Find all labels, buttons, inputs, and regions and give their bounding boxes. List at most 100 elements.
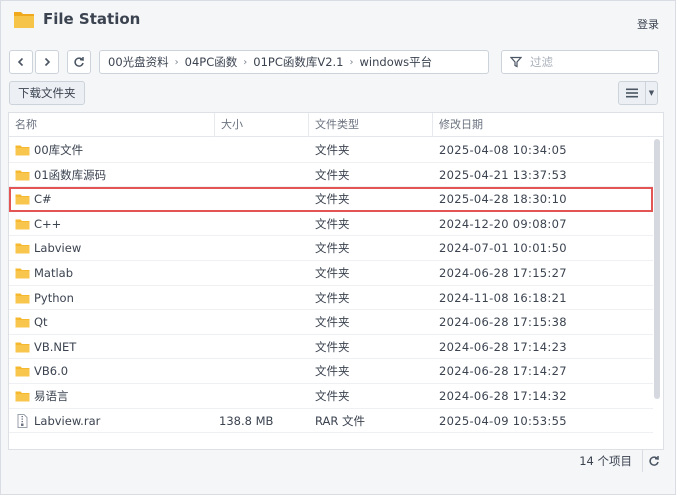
table-row[interactable]: C++ 文件夹 2024-12-20 09:08:07 — [9, 212, 653, 237]
status-bar: 14 个项目 — [8, 450, 664, 472]
file-name: C++ — [34, 216, 62, 231]
refresh-button[interactable] — [67, 50, 91, 74]
modified-date: 2024-06-28 17:14:23 — [439, 339, 567, 354]
file-type: 文件夹 — [315, 364, 350, 379]
chevron-right-icon: › — [349, 56, 354, 68]
table-row[interactable]: 01函数库源码 文件夹 2025-04-21 13:37:53 — [9, 163, 653, 188]
table-row[interactable]: VB.NET 文件夹 2024-06-28 17:14:23 — [9, 335, 653, 360]
folder-icon — [15, 145, 30, 156]
folder-icon — [15, 391, 30, 402]
chevron-right-icon: › — [174, 56, 179, 68]
back-button[interactable] — [9, 50, 33, 74]
filter-input[interactable] — [530, 55, 640, 69]
file-name-cell: 00库文件 — [15, 138, 83, 162]
file-type: 文件夹 — [315, 265, 350, 280]
file-name: 01函数库源码 — [34, 167, 107, 182]
filter-icon — [510, 56, 522, 68]
table-row[interactable]: Labview 文件夹 2024-07-01 10:01:50 — [9, 236, 653, 261]
folder-icon — [15, 293, 30, 304]
table-row[interactable]: 易语言 文件夹 2024-06-28 17:14:32 — [9, 384, 653, 409]
file-type: 文件夹 — [315, 143, 350, 157]
view-mode-button[interactable]: ▼ — [618, 81, 658, 105]
modified-date: 2024-06-28 17:15:27 — [439, 265, 567, 280]
file-station-app-icon — [14, 12, 34, 28]
vertical-scrollbar[interactable] — [654, 139, 660, 399]
breadcrumb-item[interactable]: 01PC函数库V2.1 — [253, 54, 343, 70]
folder-icon — [15, 170, 30, 181]
modified-date: 2024-06-28 17:14:27 — [439, 364, 567, 379]
breadcrumb-item[interactable]: 00光盘资料 — [108, 54, 169, 70]
file-name: 00库文件 — [34, 143, 84, 157]
column-header-size[interactable]: 大小 — [215, 113, 309, 137]
chevron-right-icon — [44, 57, 51, 67]
file-name-cell: Labview.rar — [15, 409, 100, 433]
file-type: RAR 文件 — [315, 413, 366, 428]
modified-date: 2025-04-28 18:30:10 — [439, 192, 567, 207]
modified-date: 2024-11-08 16:18:21 — [439, 290, 567, 305]
table-row[interactable]: Matlab 文件夹 2024-06-28 17:15:27 — [9, 261, 653, 286]
file-type: 文件夹 — [315, 192, 350, 207]
item-count: 14 个项目 — [579, 454, 632, 468]
table-row[interactable]: Qt 文件夹 2024-06-28 17:15:38 — [9, 310, 653, 335]
file-name: C# — [34, 192, 52, 207]
file-type: 文件夹 — [315, 388, 350, 403]
table-row[interactable]: Python 文件夹 2024-11-08 16:18:21 — [9, 286, 653, 311]
archive-file-icon — [17, 413, 28, 428]
table-row[interactable]: Labview.rar 138.8 MB RAR 文件 2025-04-09 10:5… — [9, 409, 653, 434]
file-name: Labview.rar — [34, 413, 101, 428]
file-type: 文件夹 — [315, 290, 350, 305]
title-bar: File Station 登录 — [1, 1, 675, 41]
filter-box — [501, 50, 659, 74]
modified-date: 2024-07-01 10:01:50 — [439, 241, 567, 256]
modified-date: 2025-04-09 10:53:55 — [439, 413, 567, 428]
file-type: 文件夹 — [315, 315, 350, 330]
file-size: 138.8 MB — [219, 413, 274, 428]
file-name-cell: 01函数库源码 — [15, 163, 106, 187]
breadcrumb-item[interactable]: windows平台 — [360, 54, 433, 70]
column-header-name[interactable]: 名称 — [9, 113, 215, 137]
file-type: 文件夹 — [315, 339, 350, 354]
file-type: 文件夹 — [315, 241, 350, 256]
file-table: 名称 大小 文件类型 修改日期 00库文件 文件夹 2025-04-08 10:34… — [8, 112, 664, 450]
file-name: VB.NET — [34, 339, 77, 354]
modified-date: 2025-04-21 13:37:53 — [439, 167, 567, 182]
table-header: 名称 大小 文件类型 修改日期 — [9, 113, 663, 137]
file-type: 文件夹 — [315, 216, 350, 231]
file-name-cell: VB.NET — [15, 335, 76, 359]
status-refresh-button[interactable] — [642, 450, 664, 472]
modified-date: 2025-04-08 10:34:05 — [439, 143, 567, 157]
column-header-type[interactable]: 文件类型 — [309, 113, 433, 137]
file-name: 易语言 — [34, 388, 69, 403]
folder-icon — [15, 366, 30, 377]
table-row[interactable]: C# 文件夹 2025-04-28 18:30:10 — [9, 187, 653, 212]
modified-date: 2024-12-20 09:08:07 — [439, 216, 567, 231]
caret-down-icon[interactable]: ▼ — [645, 82, 657, 104]
refresh-icon — [74, 57, 84, 67]
file-name-cell: Python — [15, 286, 74, 310]
file-name: Matlab — [34, 265, 74, 280]
table-row[interactable]: VB6.0 文件夹 2024-06-28 17:14:27 — [9, 359, 653, 384]
table-body: 00库文件 文件夹 2025-04-08 10:34:05 01函数库源码 文件夹 202… — [9, 138, 653, 434]
app-title: File Station — [43, 10, 141, 28]
folder-icon — [15, 243, 30, 254]
modified-date: 2024-06-28 17:14:32 — [439, 388, 567, 403]
table-row[interactable]: 00库文件 文件夹 2025-04-08 10:34:05 — [9, 138, 653, 163]
file-name: Qt — [34, 315, 48, 330]
breadcrumb-item[interactable]: 04PC函数 — [185, 54, 238, 70]
file-name-cell: C# — [15, 187, 52, 211]
file-name-cell: Matlab — [15, 261, 73, 285]
forward-button[interactable] — [35, 50, 59, 74]
download-folder-button[interactable]: 下载文件夹 — [9, 81, 85, 105]
folder-icon — [15, 317, 30, 328]
file-name: VB6.0 — [34, 364, 69, 379]
list-view-icon — [626, 88, 638, 98]
login-link[interactable]: 登录 — [637, 16, 659, 32]
file-type: 文件夹 — [315, 167, 350, 182]
file-name: Python — [34, 290, 74, 305]
column-header-date[interactable]: 修改日期 — [433, 113, 663, 137]
file-name-cell: 易语言 — [15, 384, 69, 408]
file-name-cell: Labview — [15, 236, 81, 260]
chevron-left-icon — [17, 57, 24, 67]
file-station-window: File Station 登录 00光盘资料 › 04PC函数 › 01PC函数… — [0, 0, 676, 495]
folder-icon — [15, 219, 30, 230]
